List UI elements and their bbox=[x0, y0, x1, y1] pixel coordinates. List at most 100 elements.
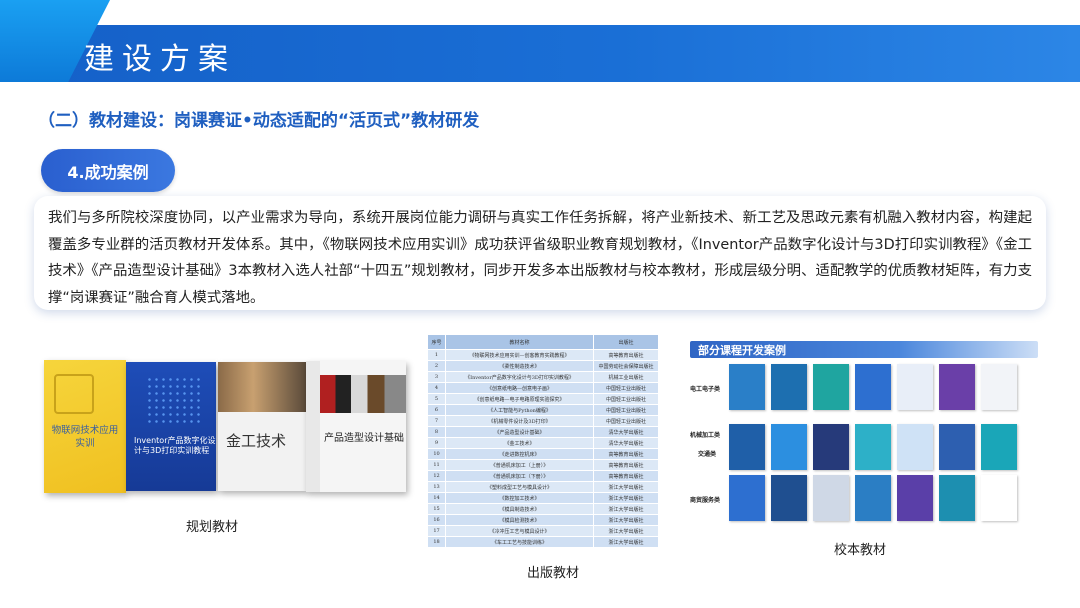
table-row: 16 《模具检测技术》 浙江大学出版社 bbox=[427, 514, 659, 526]
category-label: 机械加工类 bbox=[690, 432, 721, 439]
school-book-cover bbox=[897, 424, 933, 470]
school-book-cover bbox=[939, 475, 975, 521]
book-cover-photo bbox=[320, 375, 406, 413]
table-row: 11 《普通机床加工（上册）》 高等教育出版社 bbox=[427, 459, 659, 471]
book-title: Inventor产品数字化设计与3D打印实训教程 bbox=[134, 436, 216, 455]
table-cell: 《冷冲压工艺与模具设计》 bbox=[445, 525, 594, 537]
table-cell: 《人工智能与Python编程》 bbox=[445, 404, 594, 416]
table-row: 15 《模具制造技术》 浙江大学出版社 bbox=[427, 503, 659, 515]
table-row: 6 《人工智能与Python编程》 中国轻工业出版社 bbox=[427, 404, 659, 416]
table-row: 1 《物联网技术应用实训—创客教育实践教程》 高等教育出版社 bbox=[427, 349, 659, 361]
table-cell: 4 bbox=[427, 382, 446, 394]
table-row: 13 《塑料成型工艺与模具设计》 浙江大学出版社 bbox=[427, 481, 659, 493]
description-box: 我们与多所院校深度协同，以产业需求为导向，系统开展岗位能力调研与真实工作任务拆解… bbox=[34, 196, 1046, 310]
table-cell: 《创意纸电路—电子电路原理实验探究》 bbox=[445, 393, 594, 405]
table-cell: 11 bbox=[427, 459, 446, 471]
category-label: 电工电子类 bbox=[690, 386, 721, 393]
table-cell: 《机械零件设计及3D打印》 bbox=[445, 415, 594, 427]
table-row: 4 《创意纸电路—创意电子画》 中国轻工业出版社 bbox=[427, 382, 659, 394]
school-book-cover bbox=[897, 475, 933, 521]
school-book-cover bbox=[981, 475, 1017, 521]
school-book-cover bbox=[855, 424, 891, 470]
table-row: 2 《柔性制造技术》 中国劳动社会保障出版社 bbox=[427, 360, 659, 372]
table-cell: 13 bbox=[427, 481, 446, 493]
school-book-cover bbox=[771, 475, 807, 521]
school-book-cover bbox=[855, 364, 891, 410]
header-banner: 建设方案 bbox=[0, 0, 1080, 82]
table-row: 10 《走进数控机床》 高等教育出版社 bbox=[427, 448, 659, 460]
table-cell: 中国轻工业出版社 bbox=[593, 415, 659, 427]
table-cell: 3 bbox=[427, 371, 446, 383]
table-cell: 16 bbox=[427, 514, 446, 526]
cases-title: 部分课程开发案例 bbox=[698, 344, 786, 357]
table-row: 3 《Inventor产品数字化设计与3D打印实训教程》 机械工业出版社 bbox=[427, 371, 659, 383]
section-pill: 4.成功案例 bbox=[41, 149, 175, 192]
table-cell: 《Inventor产品数字化设计与3D打印实训教程》 bbox=[445, 371, 594, 383]
school-book-cover bbox=[981, 364, 1017, 410]
section-subtitle: （二）教材建设：岗课赛证•动态适配的“活页式”教材研发 bbox=[38, 111, 480, 131]
table-cell: 中国轻工业出版社 bbox=[593, 393, 659, 405]
book-cover: 金工技术 bbox=[218, 362, 306, 491]
school-books-caption: 校本教材 bbox=[834, 543, 887, 558]
school-book-cover bbox=[771, 364, 807, 410]
table-cell: 《塑料成型工艺与模具设计》 bbox=[445, 481, 594, 493]
table-cell: 9 bbox=[427, 437, 446, 449]
table-cell: 浙江大学出版社 bbox=[593, 503, 659, 515]
table-cell: 14 bbox=[427, 492, 446, 504]
school-book-cover bbox=[855, 475, 891, 521]
table-cell: 中国轻工业出版社 bbox=[593, 404, 659, 416]
table-cell: 2 bbox=[427, 360, 446, 372]
table-cell: 《模具检测技术》 bbox=[445, 514, 594, 526]
table-cell: 机械工业出版社 bbox=[593, 371, 659, 383]
table-row: 18 《车工工艺与技能训练》 浙江大学出版社 bbox=[427, 536, 659, 548]
table-cell: 《走进数控机床》 bbox=[445, 448, 594, 460]
table-cell: 中国轻工业出版社 bbox=[593, 382, 659, 394]
table-cell: 浙江大学出版社 bbox=[593, 481, 659, 493]
table-cell: 《柔性制造技术》 bbox=[445, 360, 594, 372]
school-book-cover bbox=[939, 364, 975, 410]
book-title: 产品造型设计基础 bbox=[324, 433, 404, 444]
table-cell: 7 bbox=[427, 415, 446, 427]
table-cell: 清华大学出版社 bbox=[593, 426, 659, 438]
published-books-table: 序号 教材名称 出版社 1 《物联网技术应用实训—创客教育实践教程》 高等教育出版社… bbox=[427, 334, 659, 548]
table-header: 出版社 bbox=[593, 334, 659, 350]
table-cell: 高等教育出版社 bbox=[593, 459, 659, 471]
category-label: 商贸服务类 bbox=[690, 497, 721, 504]
table-cell: 《创意纸电路—创意电子画》 bbox=[445, 382, 594, 394]
school-book-cover bbox=[729, 364, 765, 410]
book-spine bbox=[306, 361, 320, 492]
book-cover: 物联网技术应用实训 bbox=[44, 360, 126, 493]
school-book-cover bbox=[813, 424, 849, 470]
table-cell: 12 bbox=[427, 470, 446, 482]
school-book-cover bbox=[729, 475, 765, 521]
table-cell: 《产品造型设计基础》 bbox=[445, 426, 594, 438]
table-cell: 《模具制造技术》 bbox=[445, 503, 594, 515]
table-cell: 5 bbox=[427, 393, 446, 405]
table-header: 教材名称 bbox=[445, 334, 594, 350]
description-text: 我们与多所院校深度协同，以产业需求为导向，系统开展岗位能力调研与真实工作任务拆解… bbox=[48, 210, 1032, 306]
table-cell: 1 bbox=[427, 349, 446, 361]
table-cell: 《数控加工技术》 bbox=[445, 492, 594, 504]
category-label: 交通类 bbox=[698, 451, 717, 458]
book-title: 物联网技术应用实训 bbox=[51, 425, 119, 449]
book-cover: 产品造型设计基础 bbox=[306, 361, 406, 492]
table-cell: 《物联网技术应用实训—创客教育实践教程》 bbox=[445, 349, 594, 361]
table-row: 12 《普通机床加工（下册）》 高等教育出版社 bbox=[427, 470, 659, 482]
school-book-cover bbox=[981, 424, 1017, 470]
table-cell: 18 bbox=[427, 536, 446, 548]
table-cell: 《普通机床加工（下册）》 bbox=[445, 470, 594, 482]
table-header: 序号 bbox=[427, 334, 446, 350]
table-cell: 浙江大学出版社 bbox=[593, 492, 659, 504]
table-cell: 6 bbox=[427, 404, 446, 416]
planned-books-caption: 规划教材 bbox=[186, 520, 239, 535]
table-row: 5 《创意纸电路—电子电路原理实验探究》 中国轻工业出版社 bbox=[427, 393, 659, 405]
table-cell: 高等教育出版社 bbox=[593, 349, 659, 361]
book-logo-icon bbox=[54, 374, 94, 414]
school-book-cover bbox=[729, 424, 765, 470]
table-cell: 《金工技术》 bbox=[445, 437, 594, 449]
page-title: 建设方案 bbox=[84, 42, 236, 77]
table-cell: 15 bbox=[427, 503, 446, 515]
table-cell: 高等教育出版社 bbox=[593, 470, 659, 482]
table-row: 9 《金工技术》 清华大学出版社 bbox=[427, 437, 659, 449]
book-title: 金工技术 bbox=[226, 432, 287, 450]
